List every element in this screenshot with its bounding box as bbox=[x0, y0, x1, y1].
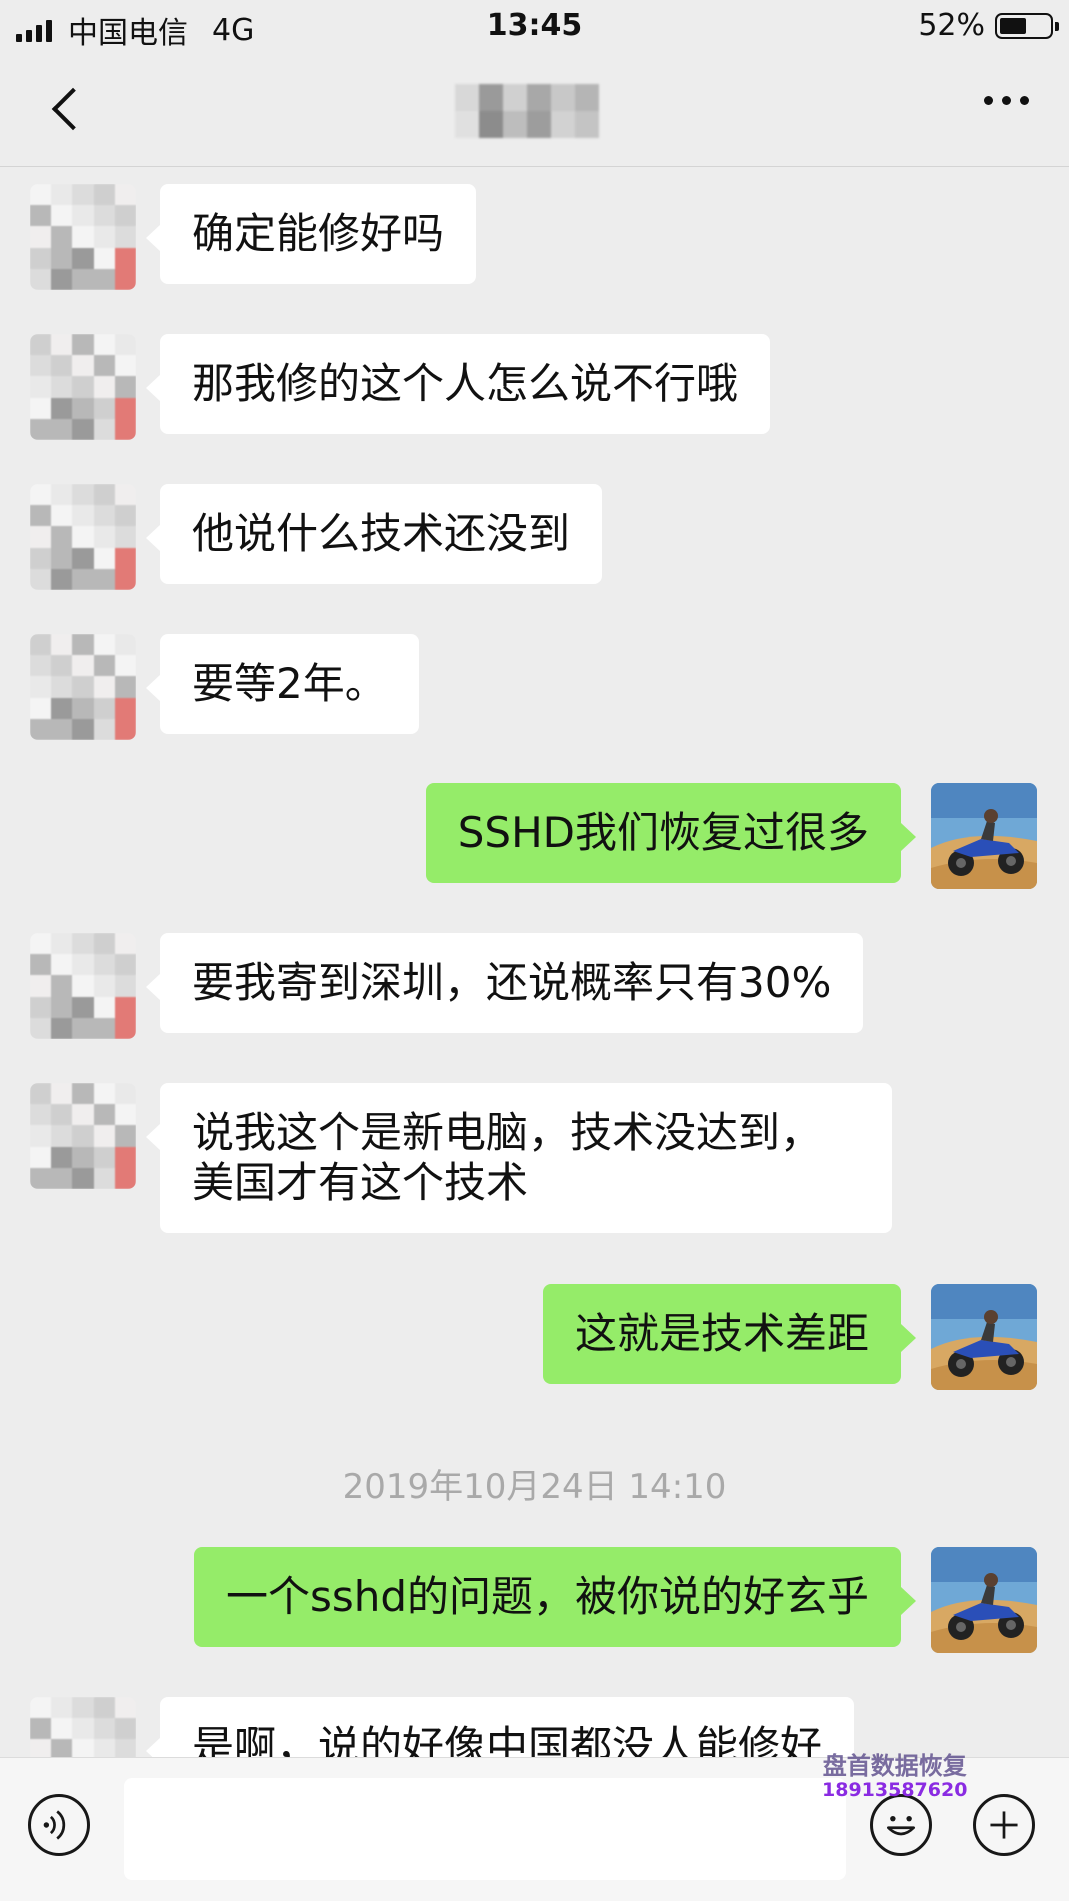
outgoing-message-bubble[interactable]: 一个sshd的问题，被你说的好玄乎 bbox=[193, 1547, 917, 1647]
chat-header bbox=[0, 56, 1069, 167]
incoming-message-bubble[interactable]: 是啊，说的好像中国都没人能修好 bbox=[145, 1697, 855, 1757]
chevron-left-icon[interactable] bbox=[40, 84, 90, 134]
voice-icon[interactable] bbox=[28, 1794, 90, 1856]
message-timestamp: 2019年10月24日 14:10 bbox=[342, 1467, 727, 1507]
atv-rider-avatar-image bbox=[931, 1547, 1037, 1653]
message-line: 说我这个是新电脑，技术没达到， bbox=[192, 1108, 823, 1157]
clock: 13:45 bbox=[486, 8, 583, 43]
incoming-message-bubble[interactable]: 要我寄到深圳，还说概率只有30% bbox=[145, 933, 864, 1033]
status-right: 52% bbox=[918, 8, 1059, 43]
my-avatar[interactable] bbox=[931, 783, 1037, 889]
battery-icon bbox=[995, 12, 1059, 39]
incoming-message-bubble[interactable]: 那我修的这个人怎么说不行哦 bbox=[145, 334, 771, 434]
message-list[interactable]: 确定能修好吗 那我修的这个人怎么说不行哦 他说什么技术还没到 要等2年。 SSH… bbox=[0, 167, 1069, 1757]
battery-percent: 52% bbox=[918, 8, 985, 43]
ellipsis-icon[interactable] bbox=[984, 96, 1029, 105]
message-line: 美国才有这个技术 bbox=[192, 1158, 529, 1207]
incoming-message-bubble[interactable]: 要等2年。 bbox=[146, 634, 419, 734]
watermark: 盘首数据恢复 18913587620 bbox=[822, 1746, 967, 1801]
atv-rider-avatar-image bbox=[931, 1284, 1037, 1390]
outgoing-message-bubble[interactable]: 这就是技术差距 bbox=[542, 1284, 917, 1384]
contact-avatar[interactable] bbox=[30, 484, 136, 590]
incoming-message-bubble[interactable]: 确定能修好吗 bbox=[145, 184, 477, 284]
watermark-name: 盘首数据恢复 bbox=[822, 1752, 967, 1780]
message-input[interactable] bbox=[124, 1778, 846, 1880]
chat-title-blurred bbox=[455, 84, 599, 138]
emoji-icon[interactable] bbox=[870, 1794, 932, 1856]
my-avatar[interactable] bbox=[931, 1547, 1037, 1653]
contact-avatar[interactable] bbox=[30, 334, 136, 440]
incoming-message-bubble[interactable]: 他说什么技术还没到 bbox=[145, 484, 603, 584]
contact-avatar[interactable] bbox=[30, 1697, 136, 1757]
contact-avatar[interactable] bbox=[30, 1083, 136, 1189]
plus-icon[interactable] bbox=[973, 1794, 1035, 1856]
my-avatar[interactable] bbox=[931, 1284, 1037, 1390]
outgoing-message-bubble[interactable]: SSHD我们恢复过很多 bbox=[425, 783, 917, 883]
contact-avatar[interactable] bbox=[30, 634, 136, 740]
status-bar: 中国电信 4G 13:45 52% bbox=[0, 0, 1069, 56]
incoming-message-bubble[interactable]: 说我这个是新电脑，技术没达到， 美国才有这个技术 bbox=[146, 1083, 892, 1233]
watermark-phone: 18913587620 bbox=[822, 1779, 968, 1801]
atv-rider-avatar-image bbox=[931, 783, 1037, 889]
contact-avatar[interactable] bbox=[30, 184, 136, 290]
contact-avatar[interactable] bbox=[30, 933, 136, 1039]
